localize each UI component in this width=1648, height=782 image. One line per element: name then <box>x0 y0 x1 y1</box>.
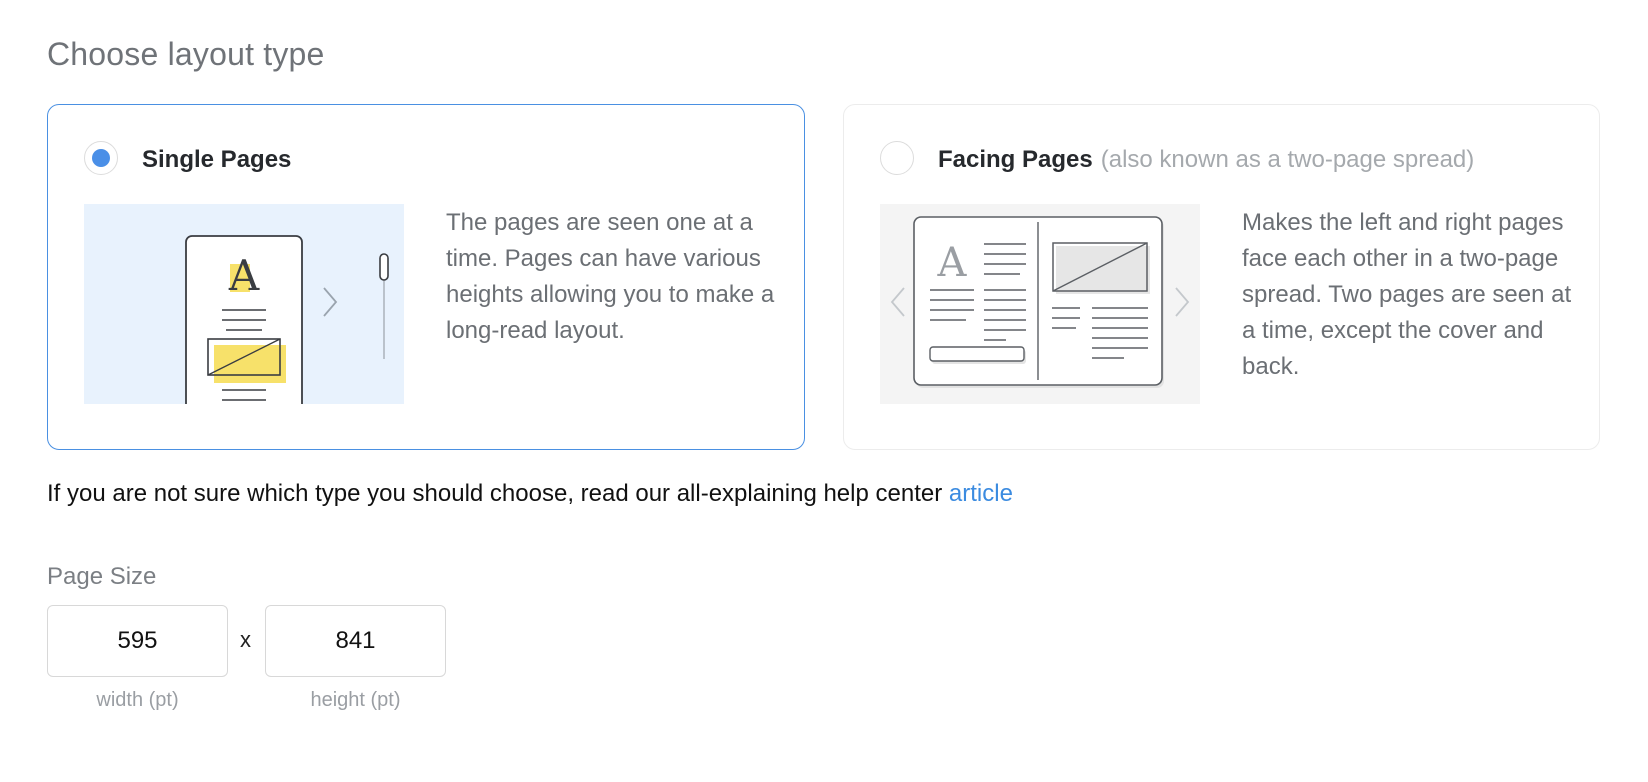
page-title: Choose layout type <box>47 36 325 72</box>
help-message: If you are not sure which type you shoul… <box>47 480 943 507</box>
facing-pages-label: Facing Pages (also known as a two-page sp… <box>938 146 1474 174</box>
facing-pages-description: Makes the left and right pages face each… <box>1242 209 1572 380</box>
dimension-separator: x <box>240 627 251 652</box>
facing-pages-title: Facing Pages <box>938 146 1093 173</box>
single-page-scroll-illustration: A <box>84 204 404 404</box>
svg-text:A: A <box>937 240 968 286</box>
page-size-label: Page Size <box>47 563 157 590</box>
single-pages-description: The pages are seen one at a time. Pages … <box>446 209 775 344</box>
svg-text:A: A <box>228 251 260 300</box>
page-height-input[interactable] <box>265 605 446 677</box>
page-width-input[interactable] <box>47 605 228 677</box>
help-text: If you are not sure which type you shoul… <box>47 480 1013 508</box>
facing-pages-radio[interactable] <box>880 141 914 175</box>
height-caption: height (pt) <box>310 689 401 711</box>
help-article-link[interactable]: article <box>949 480 1013 507</box>
layout-option-facing-pages[interactable]: Facing Pages (also known as a two-page sp… <box>843 104 1600 450</box>
radio-selected-dot <box>92 149 110 167</box>
single-pages-radio[interactable] <box>84 141 118 175</box>
width-caption: width (pt) <box>96 689 179 711</box>
two-page-spread-illustration: A <box>880 204 1200 404</box>
facing-pages-sublabel: (also known as a two-page spread) <box>1100 146 1475 173</box>
single-pages-label: Single Pages <box>142 146 292 173</box>
layout-option-single-pages[interactable]: Single Pages A The pages are seen one at… <box>47 104 805 450</box>
